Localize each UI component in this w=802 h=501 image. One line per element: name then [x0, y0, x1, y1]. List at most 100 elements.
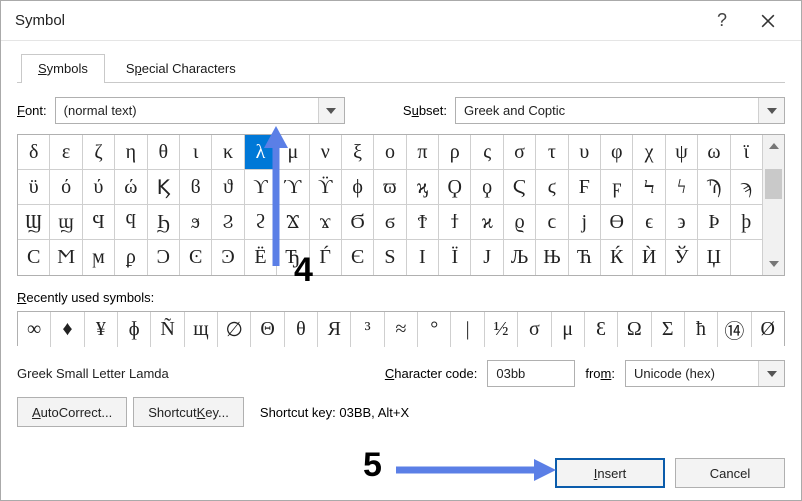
symbol-cell[interactable]: Ͽ — [212, 240, 244, 275]
scroll-down-button[interactable] — [763, 253, 784, 275]
symbol-cell[interactable]: Ѕ — [374, 240, 406, 275]
symbol-cell[interactable]: Ϙ — [439, 170, 471, 205]
symbol-cell[interactable]: κ — [212, 135, 244, 170]
grid-scrollbar[interactable] — [762, 135, 784, 275]
symbol-cell[interactable]: Ѓ — [310, 240, 342, 275]
shortcut-key-button[interactable]: Shortcut Key... — [133, 397, 244, 427]
symbol-cell[interactable]: Ϧ — [148, 205, 180, 240]
recent-symbol-cell[interactable]: ³ — [351, 312, 384, 347]
symbol-cell[interactable]: ϑ — [212, 170, 244, 205]
cancel-button[interactable]: Cancel — [675, 458, 785, 488]
chevron-down-icon[interactable] — [318, 98, 344, 123]
close-button[interactable] — [745, 1, 791, 41]
symbol-cell[interactable]: ρ — [439, 135, 471, 170]
symbol-cell[interactable]: Ͻ — [148, 240, 180, 275]
recent-symbol-cell[interactable]: Ñ — [151, 312, 184, 347]
symbol-cell[interactable]: ν — [310, 135, 342, 170]
autocorrect-button[interactable]: AutoCorrect... — [17, 397, 127, 427]
help-button[interactable]: ? — [699, 1, 745, 41]
symbol-cell[interactable]: η — [115, 135, 147, 170]
scroll-thumb[interactable] — [765, 169, 782, 199]
symbol-cell[interactable]: Ϟ — [633, 170, 665, 205]
symbol-cell[interactable]: Ϲ — [18, 240, 50, 275]
recent-symbol-cell[interactable]: ∅ — [218, 312, 251, 347]
recent-symbol-cell[interactable]: Θ — [251, 312, 284, 347]
symbol-cell[interactable]: Ϥ — [83, 205, 115, 240]
symbol-cell[interactable]: ϒ — [245, 170, 277, 205]
symbol-cell[interactable]: Џ — [698, 240, 730, 275]
symbol-cell[interactable]: ϣ — [50, 205, 82, 240]
recent-symbol-cell[interactable]: Ø — [752, 312, 784, 347]
symbol-cell[interactable]: λ — [245, 135, 277, 170]
symbol-cell[interactable]: ϝ — [601, 170, 633, 205]
symbol-cell[interactable] — [731, 240, 762, 275]
symbol-cell[interactable]: Ϸ — [698, 205, 730, 240]
symbol-cell[interactable]: ϧ — [180, 205, 212, 240]
symbol-cell[interactable]: ϐ — [180, 170, 212, 205]
symbol-cell[interactable]: Ё — [245, 240, 277, 275]
recent-symbol-cell[interactable]: Ɛ — [585, 312, 618, 347]
symbol-cell[interactable]: ϫ — [310, 205, 342, 240]
recent-symbol-cell[interactable]: щ — [185, 312, 218, 347]
recent-symbol-cell[interactable]: ɸ — [118, 312, 151, 347]
symbol-cell[interactable]: Ў — [666, 240, 698, 275]
symbol-cell[interactable]: Ѝ — [633, 240, 665, 275]
symbol-cell[interactable]: ϸ — [731, 205, 762, 240]
symbol-cell[interactable]: Ї — [439, 240, 471, 275]
scroll-up-button[interactable] — [763, 135, 784, 157]
symbol-cell[interactable]: ϩ — [245, 205, 277, 240]
symbol-cell[interactable]: Ћ — [569, 240, 601, 275]
symbol-cell[interactable]: μ — [277, 135, 309, 170]
symbol-cell[interactable]: І — [407, 240, 439, 275]
recent-symbol-cell[interactable]: ½ — [485, 312, 518, 347]
symbol-cell[interactable]: Ϫ — [277, 205, 309, 240]
recent-symbol-cell[interactable]: μ — [552, 312, 585, 347]
recent-symbol-cell[interactable]: ¥ — [85, 312, 118, 347]
symbol-cell[interactable]: ύ — [83, 170, 115, 205]
symbol-cell[interactable]: π — [407, 135, 439, 170]
symbol-cell[interactable]: ϼ — [115, 240, 147, 275]
tab-symbols[interactable]: Symbols — [21, 54, 105, 83]
symbol-cell[interactable]: ϖ — [374, 170, 406, 205]
symbol-cell[interactable]: ψ — [666, 135, 698, 170]
symbol-cell[interactable]: Ϣ — [18, 205, 50, 240]
symbol-cell[interactable]: Ϯ — [407, 205, 439, 240]
from-combo[interactable]: Unicode (hex) — [625, 360, 785, 387]
symbol-cell[interactable]: ϴ — [601, 205, 633, 240]
font-combo[interactable]: (normal text) — [55, 97, 345, 124]
symbol-cell[interactable]: Ϗ — [148, 170, 180, 205]
symbol-cell[interactable]: Ͼ — [180, 240, 212, 275]
symbol-cell[interactable]: Ќ — [601, 240, 633, 275]
symbol-cell[interactable]: ϙ — [471, 170, 503, 205]
recent-symbol-cell[interactable]: ⑭ — [718, 312, 751, 347]
insert-button[interactable]: Insert — [555, 458, 665, 488]
symbol-cell[interactable]: ϊ — [731, 135, 762, 170]
symbol-cell[interactable]: σ — [504, 135, 536, 170]
charcode-input[interactable] — [487, 360, 575, 387]
symbol-cell[interactable]: ϶ — [666, 205, 698, 240]
symbol-cell[interactable]: Љ — [504, 240, 536, 275]
recent-symbol-cell[interactable]: ♦ — [51, 312, 84, 347]
symbol-cell[interactable]: ώ — [115, 170, 147, 205]
symbol-cell[interactable]: ϯ — [439, 205, 471, 240]
recent-symbol-cell[interactable]: ħ — [685, 312, 718, 347]
symbol-cell[interactable]: ϡ — [731, 170, 762, 205]
symbol-cell[interactable]: Ϭ — [342, 205, 374, 240]
symbol-cell[interactable]: τ — [536, 135, 568, 170]
symbol-cell[interactable]: Ϡ — [698, 170, 730, 205]
symbol-cell[interactable]: ε — [50, 135, 82, 170]
symbol-cell[interactable]: Ϝ — [569, 170, 601, 205]
symbol-cell[interactable]: ο — [374, 135, 406, 170]
symbol-cell[interactable]: Ј — [471, 240, 503, 275]
recent-symbol-cell[interactable]: Σ — [652, 312, 685, 347]
recent-symbol-cell[interactable]: ≈ — [385, 312, 418, 347]
symbol-cell[interactable]: ϋ — [18, 170, 50, 205]
scroll-track[interactable] — [763, 157, 784, 253]
recent-symbol-cell[interactable]: ° — [418, 312, 451, 347]
symbol-cell[interactable]: ϥ — [115, 205, 147, 240]
symbol-cell[interactable]: Ђ — [277, 240, 309, 275]
recent-symbol-cell[interactable]: θ — [285, 312, 318, 347]
symbol-cell[interactable]: φ — [601, 135, 633, 170]
recent-symbol-cell[interactable]: ∞ — [18, 312, 51, 347]
subset-combo[interactable]: Greek and Coptic — [455, 97, 785, 124]
